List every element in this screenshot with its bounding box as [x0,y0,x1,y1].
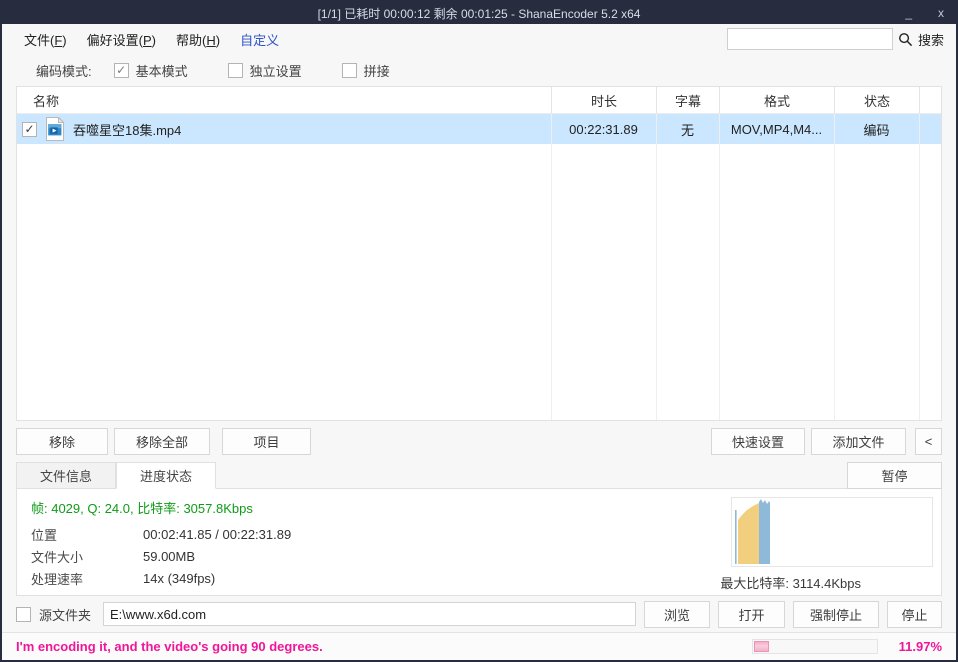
window-title: [1/1] 已耗时 00:00:12 剩余 00:01:25 - ShanaEn… [318,5,641,22]
menu-bar: 文件(F) 偏好设置(P) 帮助(H) 自定义 搜索 [2,24,956,54]
status-message: I'm encoding it, and the video's going 9… [16,639,323,654]
mode-option-concat[interactable]: 拼接 [342,61,390,80]
file-name: 吞噬星空18集.mp4 [73,120,181,139]
menu-file[interactable]: 文件(F) [14,27,77,52]
bitrate-chart [731,497,933,567]
source-folder-label: 源文件夹 [39,605,91,624]
column-header-name[interactable]: 名称 [17,87,551,113]
window-controls: _ x [899,2,950,24]
tab-file-info[interactable]: 文件信息 [16,462,116,489]
row-checkbox[interactable] [22,122,37,137]
encode-progress-bar [752,639,878,654]
file-duration: 00:22:31.89 [551,114,656,144]
open-button[interactable]: 打开 [718,601,785,628]
column-header-duration[interactable]: 时长 [551,87,656,113]
add-files-button[interactable]: 添加文件 [811,428,906,455]
tab-bar: 文件信息 进度状态 暂停 [2,461,956,489]
column-divider [834,114,835,420]
file-name-cell: 吞噬星空18集.mp4 [17,114,551,144]
search-button[interactable]: 搜索 [918,30,944,49]
status-bar: I'm encoding it, and the video's going 9… [2,632,956,660]
force-stop-button[interactable]: 强制停止 [793,601,879,628]
file-status: 编码 [834,114,919,144]
output-bar: 源文件夹 浏览 打开 强制停止 停止 [2,596,956,632]
app-window: [1/1] 已耗时 00:00:12 剩余 00:01:25 - ShanaEn… [0,0,958,662]
source-folder-checkbox[interactable] [16,607,31,622]
progress-info-rows: 位置 00:02:41.85 / 00:22:31.89 文件大小 59.00M… [31,523,291,589]
menu-preferences[interactable]: 偏好设置(P) [77,27,166,52]
quick-settings-button[interactable]: 快速设置 [711,428,805,455]
independent-settings-checkbox[interactable] [228,63,243,78]
column-header-format[interactable]: 格式 [719,87,834,113]
search-area: 搜索 [727,28,944,50]
toolbar: 移除 移除全部 项目 快速设置 添加文件 < [2,421,956,461]
column-divider [719,114,720,420]
remove-all-button[interactable]: 移除全部 [114,428,210,455]
column-divider [551,114,552,420]
search-icon[interactable] [898,32,913,47]
column-header-extra [919,87,941,113]
collapse-button[interactable]: < [915,428,942,455]
encode-stats-line: 帧: 4029, Q: 24.0, 比特率: 3057.8Kbps [31,498,253,517]
column-header-subtitle[interactable]: 字幕 [656,87,719,113]
file-table: 名称 时长 字幕 格式 状态 吞噬 [16,86,942,421]
progress-panel: 帧: 4029, Q: 24.0, 比特率: 3057.8Kbps 位置 00:… [16,488,942,596]
video-file-icon [45,117,65,141]
column-divider [656,114,657,420]
file-format: MOV,MP4,M4... [719,114,834,144]
minimize-button[interactable]: _ [899,6,918,20]
output-path-input[interactable] [103,602,636,626]
mode-option-independent[interactable]: 独立设置 [228,61,302,80]
stop-button[interactable]: 停止 [887,601,942,628]
pause-button[interactable]: 暂停 [847,462,942,489]
basic-mode-checkbox[interactable] [114,63,129,78]
info-row-speed: 处理速率 14x (349fps) [31,567,291,589]
search-input[interactable] [727,28,893,50]
progress-percent: 11.97% [894,639,942,654]
project-button[interactable]: 项目 [222,428,311,455]
menu-custom[interactable]: 自定义 [230,27,289,52]
menu-help[interactable]: 帮助(H) [166,27,230,52]
mode-option-basic[interactable]: 基本模式 [114,61,188,80]
column-divider [919,114,920,420]
table-header: 名称 时长 字幕 格式 状态 [17,87,941,114]
browse-button[interactable]: 浏览 [644,601,710,628]
concat-checkbox[interactable] [342,63,357,78]
encoding-mode-bar: 编码模式: 基本模式 独立设置 拼接 [2,54,956,86]
column-header-status[interactable]: 状态 [834,87,919,113]
encoding-mode-label: 编码模式: [36,61,92,80]
encode-progress-fill [754,641,769,652]
close-button[interactable]: x [932,6,950,20]
info-row-filesize: 文件大小 59.00MB [31,545,291,567]
remove-button[interactable]: 移除 [16,428,108,455]
title-bar[interactable]: [1/1] 已耗时 00:00:12 剩余 00:01:25 - ShanaEn… [2,2,956,24]
tab-progress-status[interactable]: 进度状态 [116,462,216,489]
file-subtitle: 无 [656,114,719,144]
info-row-position: 位置 00:02:41.85 / 00:22:31.89 [31,523,291,545]
table-row[interactable]: 吞噬星空18集.mp4 00:22:31.89 无 MOV,MP4,M4... … [17,114,941,144]
max-bitrate-label: 最大比特率: 3114.4Kbps [720,573,861,592]
